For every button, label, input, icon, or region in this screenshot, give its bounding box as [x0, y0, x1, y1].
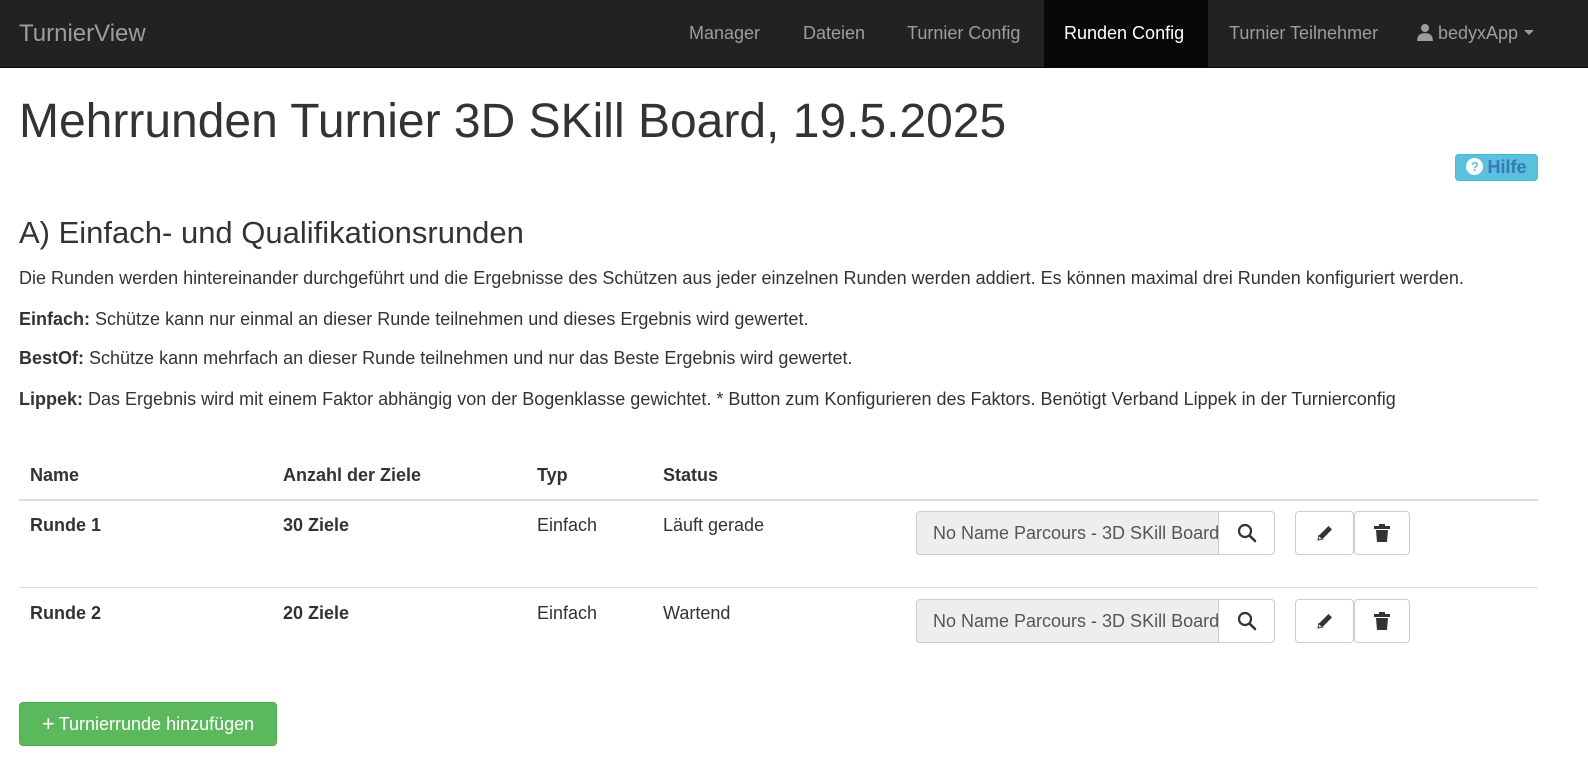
- add-round-button[interactable]: + Turnierrunde hinzufügen: [19, 702, 277, 746]
- add-round-label: Turnierrunde hinzufügen: [58, 714, 255, 734]
- pencil-icon: [1316, 614, 1332, 629]
- lippek-label: Lippek:: [19, 389, 84, 409]
- round-name: Runde 2: [30, 603, 102, 623]
- edit-round-button[interactable]: [1295, 511, 1354, 555]
- plus-icon: +: [41, 711, 55, 736]
- round-targets: 30 Ziele: [283, 515, 350, 535]
- row-divider: [19, 587, 1538, 588]
- header-status: Status: [663, 465, 719, 485]
- nav-item-turnier-teilnehmer[interactable]: Turnier Teilnehmer: [1209, 0, 1398, 67]
- round-status: Wartend: [663, 603, 731, 623]
- einfach-text: Schütze kann nur einmal an dieser Runde …: [95, 309, 809, 329]
- chevron-down-icon: [1524, 30, 1535, 35]
- lippek-text: Das Ergebnis wird mit einem Faktor abhän…: [88, 389, 1396, 409]
- section-intro: Die Runden werden hintereinander durchge…: [19, 268, 1464, 288]
- einfach-description: Einfach: Schütze kann nur einmal an dies…: [19, 307, 808, 331]
- brand-logo[interactable]: TurnierView: [19, 20, 146, 48]
- round-status: Läuft gerade: [663, 515, 765, 535]
- page-title: Mehrrunden Turnier 3D SKill Board, 19.5.…: [19, 95, 1007, 148]
- einfach-label: Einfach:: [19, 309, 91, 329]
- delete-round-button[interactable]: [1354, 511, 1410, 555]
- header-type: Typ: [537, 465, 568, 485]
- trash-icon: [1374, 524, 1390, 542]
- bestof-text: Schütze kann mehrfach an dieser Runde te…: [89, 348, 853, 368]
- parcours-field[interactable]: No Name Parcours - 3D SKill Board: [916, 599, 1219, 643]
- round-name: Runde 1: [30, 515, 102, 535]
- section-title: A) Einfach- und Qualifikationsrunden: [19, 215, 524, 250]
- nav-item-runden-config[interactable]: Runden Config: [1044, 0, 1208, 67]
- search-icon: [1237, 523, 1256, 543]
- bestof-label: BestOf:: [19, 348, 85, 368]
- top-navbar: TurnierView Manager Dateien Turnier Conf…: [0, 0, 1588, 68]
- delete-round-button[interactable]: [1354, 599, 1410, 643]
- user-menu[interactable]: bedyxApp: [1396, 0, 1554, 67]
- bestof-description: BestOf: Schütze kann mehrfach an dieser …: [19, 346, 852, 370]
- user-name: bedyxApp: [1438, 23, 1519, 43]
- help-label: Hilfe: [1487, 157, 1527, 177]
- header-name: Name: [30, 465, 80, 485]
- nav-item-turnier-config[interactable]: Turnier Config: [887, 0, 1040, 67]
- search-icon: [1237, 611, 1256, 631]
- parcours-search-button[interactable]: [1218, 511, 1275, 555]
- header-targets: Anzahl der Ziele: [283, 465, 422, 485]
- round-type: Einfach: [537, 515, 598, 535]
- edit-round-button[interactable]: [1295, 599, 1354, 643]
- table-header-divider: [19, 499, 1538, 501]
- parcours-field[interactable]: No Name Parcours - 3D SKill Board: [916, 511, 1219, 555]
- pencil-icon: [1316, 526, 1332, 541]
- lippek-description: Lippek: Das Ergebnis wird mit einem Fakt…: [19, 387, 1396, 411]
- round-targets: 20 Ziele: [283, 603, 350, 623]
- round-type: Einfach: [537, 603, 598, 623]
- help-button[interactable]: ? Hilfe: [1455, 154, 1538, 181]
- question-circle-icon: ?: [1466, 158, 1484, 175]
- nav-item-dateien[interactable]: Dateien: [783, 0, 885, 67]
- nav-item-manager[interactable]: Manager: [669, 0, 780, 67]
- trash-icon: [1374, 612, 1390, 630]
- user-icon: [1417, 24, 1433, 41]
- parcours-search-button[interactable]: [1218, 599, 1275, 643]
